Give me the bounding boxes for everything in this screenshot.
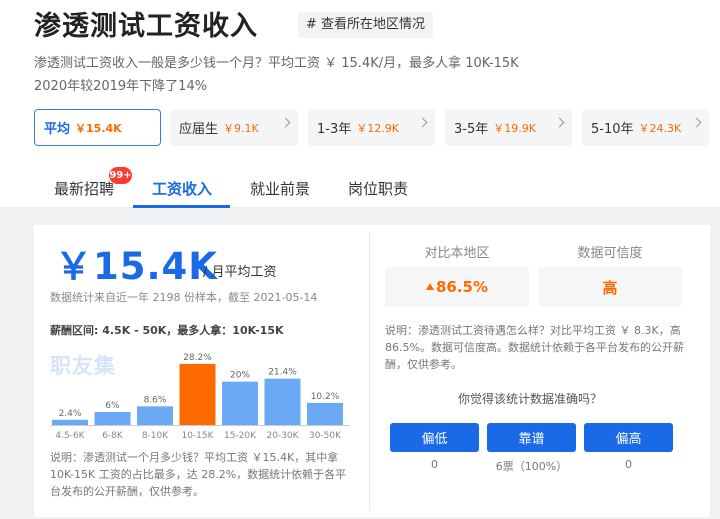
local-compare-label: 对比本地区 — [424, 246, 490, 261]
accuracy-question: 你觉得该统计数据准确吗？ — [457, 392, 602, 406]
average-salary: ￥15.4K — [55, 245, 218, 288]
bar-value-label: 28.2% — [183, 353, 212, 363]
salary-explanation: 说明：渗透测试一个月多少钱？平均工资 ￥15.4K，其中拿10K-15K 工资的… — [50, 451, 347, 498]
local-compare-percent: 86.5% — [435, 278, 489, 296]
salary-unit: / 月平均工资 — [203, 265, 277, 280]
chevron-right-icon — [691, 117, 702, 128]
tab-label: 3-5年 — [454, 122, 489, 137]
page-header: 渗透测试工资收入 # 查看所在地区情况 渗透测试工资收入一般是多少钱一个月？平均… — [0, 0, 720, 208]
chevron-right-icon — [280, 117, 291, 128]
tab-3-5-years[interactable]: 3-5年 ￥19.9K — [445, 109, 572, 146]
bar-value-label: 6% — [105, 401, 120, 411]
tab-value: ￥12.9K — [356, 121, 399, 135]
credibility-value: 高 — [538, 267, 682, 307]
local-compare-value: 86.5% — [385, 267, 529, 307]
tab-graduate[interactable]: 应届生 ￥9.1K — [170, 109, 298, 146]
tab-label: 平均 — [44, 122, 71, 137]
category-label: 6-8K — [102, 431, 124, 441]
category-label: 4.5-6K — [55, 431, 85, 441]
tab-value: ￥15.4K — [75, 121, 122, 135]
vote-high-count: 0 — [625, 458, 632, 471]
category-label: 30-50K — [309, 431, 342, 441]
chevron-right-icon — [554, 117, 565, 128]
new-jobs-badge: 99+ — [109, 167, 132, 184]
bar-30-50K — [307, 402, 343, 425]
salary-distribution-chart: 2.4% 4.5-6K 6% 6-8K 8.6% 8-10K 28.2% 10-15K 20% 1… — [50, 353, 350, 441]
tab-value: ￥19.9K — [493, 121, 536, 135]
compare-explanation: 说明：渗透测试工资待遇怎么样？对比平均工资 ￥ 8.3K，高 86.5%。数据可… — [385, 324, 684, 371]
yearly-change: 2020年较2019年下降了14% — [34, 79, 208, 94]
bar-20-30K — [264, 378, 301, 425]
bar-10-15K — [179, 363, 216, 425]
bar-15-20K — [222, 381, 258, 425]
sample-note: 数据统计来自近一年 2198 份样本，截至 2021-05-14 — [50, 291, 318, 304]
bar-value-label: 21.4% — [268, 368, 297, 378]
category-label: 10-15K — [181, 431, 214, 441]
category-label: 15-20K — [224, 431, 257, 441]
bar-8-10K — [137, 406, 173, 425]
bar-value-label: 8.6% — [144, 395, 167, 405]
tab-label: 5-10年 — [591, 122, 634, 137]
bar-6-8K — [94, 412, 131, 425]
vote-reliable-button[interactable]: 靠谱 — [487, 423, 576, 452]
tab-label: 应届生 — [179, 122, 219, 137]
view-location-button[interactable]: # 查看所在地区情况 — [298, 12, 434, 38]
bar-value-label: 10.2% — [311, 392, 340, 402]
vote-low-button[interactable]: 偏低 — [390, 423, 479, 452]
arrow-up-icon — [425, 282, 434, 290]
tab-label: 1-3年 — [317, 122, 352, 137]
salary-summary: 渗透测试工资收入一般是多少钱一个月？平均工资 ￥ 15.4K/月，最多人拿 10… — [34, 56, 519, 71]
tab-5-10-years[interactable]: 5-10年 ￥24.3K — [582, 109, 709, 146]
vote-high-button[interactable]: 偏高 — [584, 423, 673, 452]
credibility-label: 数据可信度 — [577, 246, 643, 261]
tab-value: ￥24.3K — [638, 121, 682, 135]
tab-average[interactable]: 平均 ￥15.4K — [34, 109, 161, 146]
page-title: 渗透测试工资收入 — [34, 11, 258, 42]
category-label: 20-30K — [266, 431, 299, 441]
nav-item-jobs[interactable]: 最新招聘 — [54, 178, 114, 199]
salary-range: 薪酬区间: 4.5K - 50K，最多人拿：10K-15K — [50, 324, 284, 337]
section-nav: 最新招聘 工资收入 就业前景 岗位职责 — [0, 170, 720, 208]
nav-item-prospects[interactable]: 就业前景 — [250, 178, 310, 199]
bar-value-label: 2.4% — [59, 409, 82, 419]
category-label: 8-10K — [142, 431, 169, 441]
chevron-right-icon — [417, 117, 428, 128]
bar-4.5-6K — [52, 419, 88, 425]
vote-reliable-count: 6票（100%） — [495, 460, 568, 473]
card-divider — [369, 232, 370, 510]
tab-1-3-years[interactable]: 1-3年 ￥12.9K — [308, 109, 435, 146]
bar-value-label: 20% — [230, 371, 250, 381]
nav-item-salary[interactable]: 工资收入 — [152, 178, 212, 199]
nav-item-duties[interactable]: 岗位职责 — [348, 178, 408, 199]
tab-value: ￥9.1K — [223, 121, 259, 135]
vote-low-count: 0 — [431, 458, 438, 471]
